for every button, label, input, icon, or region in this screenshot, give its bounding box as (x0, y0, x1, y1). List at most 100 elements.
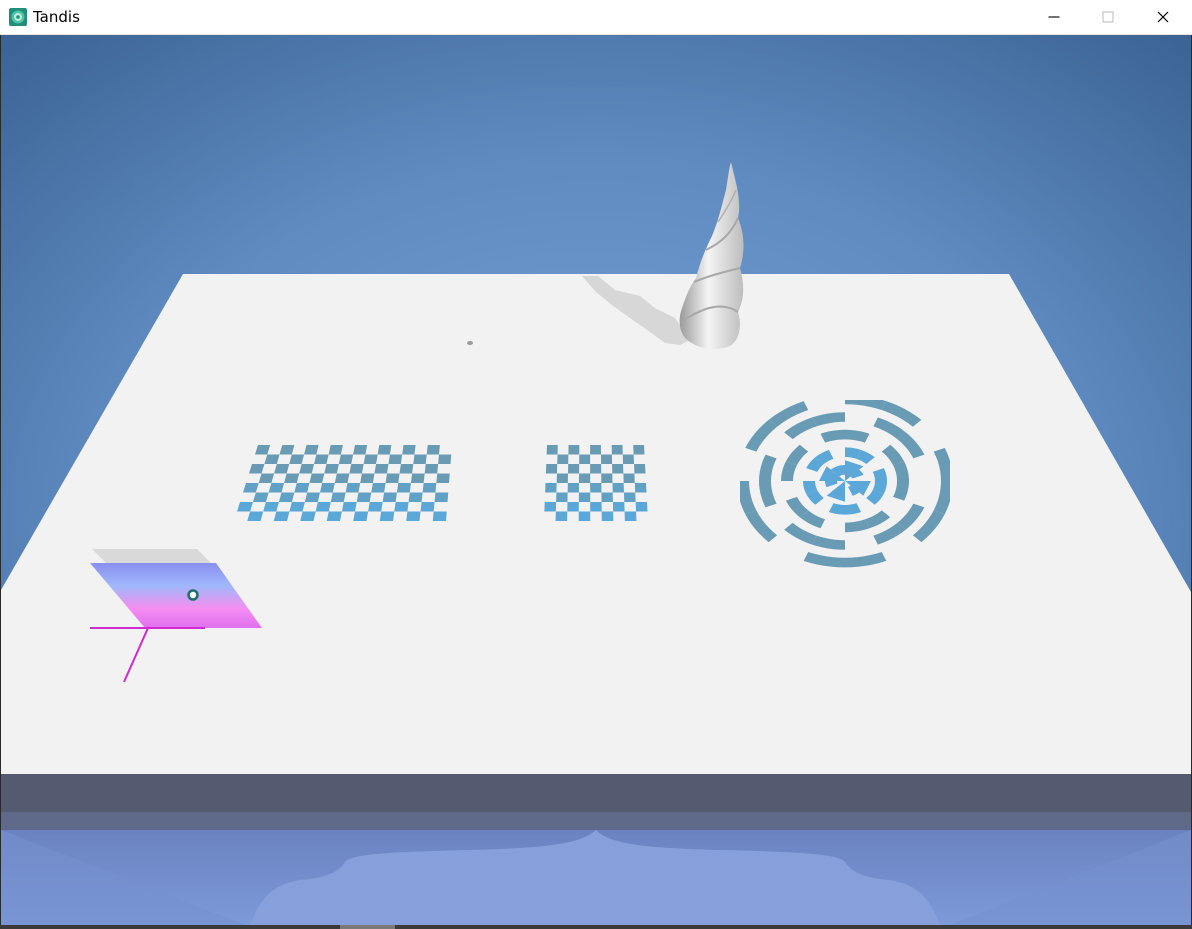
parallelogram-shadow (92, 549, 212, 564)
small-checker-square (568, 464, 580, 474)
large-checker-square (424, 464, 439, 474)
large-checker-square (360, 473, 375, 483)
large-checker-square (284, 473, 300, 483)
small-checker-square (590, 445, 601, 455)
large-checker-square (341, 502, 357, 512)
title-bar[interactable]: Tandis (0, 0, 1192, 35)
minimize-icon (1048, 8, 1060, 27)
small-checker-square (567, 483, 579, 493)
large-checker-square (382, 492, 397, 502)
small-checker-square (611, 445, 623, 455)
small-checker-square (601, 511, 614, 521)
small-checker-square (545, 483, 557, 493)
small-checker-square (612, 464, 624, 474)
large-checker-square (371, 483, 386, 493)
small-checker-square (623, 492, 636, 502)
app-window: Tandis (0, 0, 1192, 929)
table-edge-lower (1, 812, 1191, 830)
small-checker-square (601, 473, 613, 483)
small-checker-square (557, 454, 569, 464)
large-checker-square (406, 511, 421, 521)
app-icon (9, 8, 27, 26)
large-checker-square (300, 511, 316, 521)
small-checker-square (579, 454, 591, 464)
table-edge-shadow (1, 774, 1191, 812)
small-checker-square (545, 464, 558, 474)
small-checker-square (634, 483, 647, 493)
large-checker-square (324, 464, 339, 474)
small-dot (467, 341, 473, 345)
maximize-icon (1102, 8, 1114, 27)
small-checker-square (546, 445, 558, 455)
large-checker-square (273, 511, 290, 521)
small-checker-square (590, 483, 602, 493)
large-checker-square (314, 454, 329, 464)
large-checker-square (413, 454, 427, 464)
large-checker-square (304, 445, 319, 455)
large-checker-square (377, 445, 392, 455)
small-checker-square (578, 511, 591, 521)
large-checker-square (410, 473, 425, 483)
small-checker-square (633, 445, 645, 455)
small-checker-square (555, 511, 568, 521)
table-top (1, 274, 1191, 774)
large-checker-square (379, 511, 395, 521)
large-checker-square (326, 511, 342, 521)
large-checker-square (268, 483, 285, 493)
small-checker-square (567, 502, 579, 512)
small-checker-square (568, 445, 580, 455)
large-checker-square (388, 454, 403, 464)
large-checker-square (436, 473, 450, 483)
large-checker-square (334, 473, 350, 483)
small-checker-square (634, 464, 646, 474)
small-checker-square (624, 511, 637, 521)
scene-canvas[interactable] (1, 35, 1191, 925)
minimize-button[interactable] (1027, 0, 1081, 35)
close-icon (1157, 8, 1169, 27)
large-checker-square (422, 483, 437, 493)
large-checker-square (294, 483, 310, 493)
window-title: Tandis (33, 8, 80, 26)
maximize-button[interactable] (1081, 0, 1135, 35)
large-checker-square (426, 445, 440, 455)
large-checker-square (353, 445, 368, 455)
large-checker-square (315, 502, 331, 512)
large-checker-square (309, 473, 325, 483)
small-checker-square (635, 502, 648, 512)
large-checker-square (263, 502, 279, 512)
close-button[interactable] (1136, 0, 1190, 35)
large-checker-square (432, 511, 447, 521)
large-checker-square (399, 464, 414, 474)
large-checker-square (289, 454, 305, 464)
large-checker-square (363, 454, 378, 464)
small-checker-square (612, 502, 625, 512)
large-checker-square (408, 492, 423, 502)
small-checker-square (601, 492, 613, 502)
small-checker-square (623, 473, 635, 483)
large-checker-square (319, 483, 335, 493)
large-checker-square (438, 454, 452, 464)
3d-viewport[interactable] (1, 35, 1191, 925)
small-checker-square (590, 464, 602, 474)
taskbar-strip (0, 925, 1192, 929)
large-checker-square (338, 454, 354, 464)
small-checker-square (579, 473, 591, 483)
large-checker-square (420, 502, 435, 512)
large-checker-square (374, 464, 389, 474)
large-checker-square (304, 492, 320, 502)
large-checker-square (278, 492, 295, 502)
large-checker-square (394, 502, 409, 512)
small-checker-square (612, 483, 624, 493)
large-checker-square (330, 492, 346, 502)
pivot-handle[interactable] (187, 589, 199, 601)
large-checker-square (349, 464, 364, 474)
small-checker-square (556, 492, 568, 502)
large-checker-square (356, 492, 372, 502)
large-checker-square (368, 502, 383, 512)
large-checker-square (289, 502, 305, 512)
large-checker-square (299, 464, 315, 474)
large-checker-square (345, 483, 361, 493)
taskbar-highlight (340, 925, 395, 929)
large-checker-square (385, 473, 400, 483)
large-checker-square (353, 511, 369, 521)
